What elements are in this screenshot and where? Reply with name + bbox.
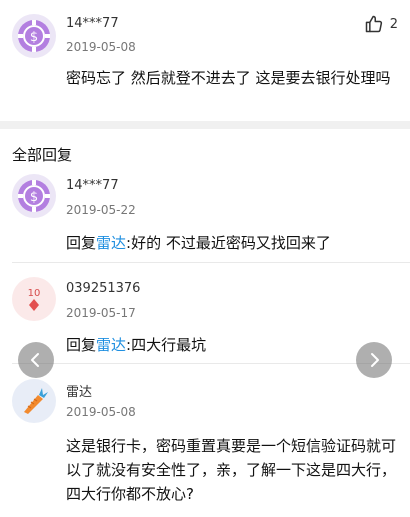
reply-author[interactable]: 雷达 bbox=[66, 381, 92, 400]
reply-author[interactable]: 14***77 bbox=[66, 178, 119, 193]
carrot-icon bbox=[24, 388, 48, 414]
comment-author[interactable]: 14***77 bbox=[66, 16, 119, 31]
reply-text: 这是银行卡，密码重置真要是一个短信验证码就可以了就没有安全性了，亲，了解一下这是… bbox=[66, 437, 397, 503]
avatar[interactable] bbox=[12, 379, 56, 423]
reply-content: :四大行最坑 bbox=[126, 336, 207, 354]
reply-text: 回复雷达:四大行最坑 bbox=[66, 333, 402, 357]
reply-to-link[interactable]: 雷达 bbox=[96, 234, 126, 252]
reply-text: 回复雷达:好的 不过最近密码又找回来了 bbox=[66, 231, 402, 255]
reply-to-link[interactable]: 雷达 bbox=[96, 336, 126, 354]
divider bbox=[12, 262, 410, 263]
section-separator bbox=[0, 121, 410, 129]
chevron-left-icon bbox=[31, 353, 39, 367]
avatar[interactable]: $ bbox=[12, 174, 56, 218]
section-title: 全部回复 bbox=[12, 146, 73, 164]
svg-text:$: $ bbox=[30, 30, 38, 45]
poker-chip-icon: $ bbox=[18, 20, 50, 52]
reply-prefix: 回复 bbox=[66, 234, 97, 252]
previous-button[interactable] bbox=[18, 342, 54, 378]
avatar[interactable]: 10 bbox=[12, 277, 56, 321]
reply-author[interactable]: 039251376 bbox=[66, 281, 140, 296]
divider bbox=[12, 363, 410, 364]
thumbs-up-icon bbox=[365, 15, 382, 33]
like-button[interactable]: 2 bbox=[364, 14, 398, 34]
reply-date: 2019-05-08 bbox=[66, 405, 136, 419]
chevron-right-icon bbox=[371, 353, 379, 367]
comment-text: 密码忘了 然后就登不进去了 这是要去银行处理吗 bbox=[66, 69, 391, 87]
reply-date: 2019-05-22 bbox=[66, 203, 136, 217]
avatar[interactable]: $ bbox=[12, 14, 56, 58]
svg-text:$: $ bbox=[30, 190, 38, 205]
reply-prefix: 回复 bbox=[66, 336, 97, 354]
like-count: 2 bbox=[389, 16, 398, 32]
reply-content: :好的 不过最近密码又找回来了 bbox=[126, 234, 331, 252]
next-button[interactable] bbox=[356, 342, 392, 378]
svg-text:10: 10 bbox=[28, 288, 41, 299]
playing-card-icon: 10 bbox=[28, 288, 41, 311]
reply-date: 2019-05-17 bbox=[66, 306, 136, 320]
poker-chip-icon: $ bbox=[18, 180, 50, 212]
comment-date: 2019-05-08 bbox=[66, 40, 136, 54]
